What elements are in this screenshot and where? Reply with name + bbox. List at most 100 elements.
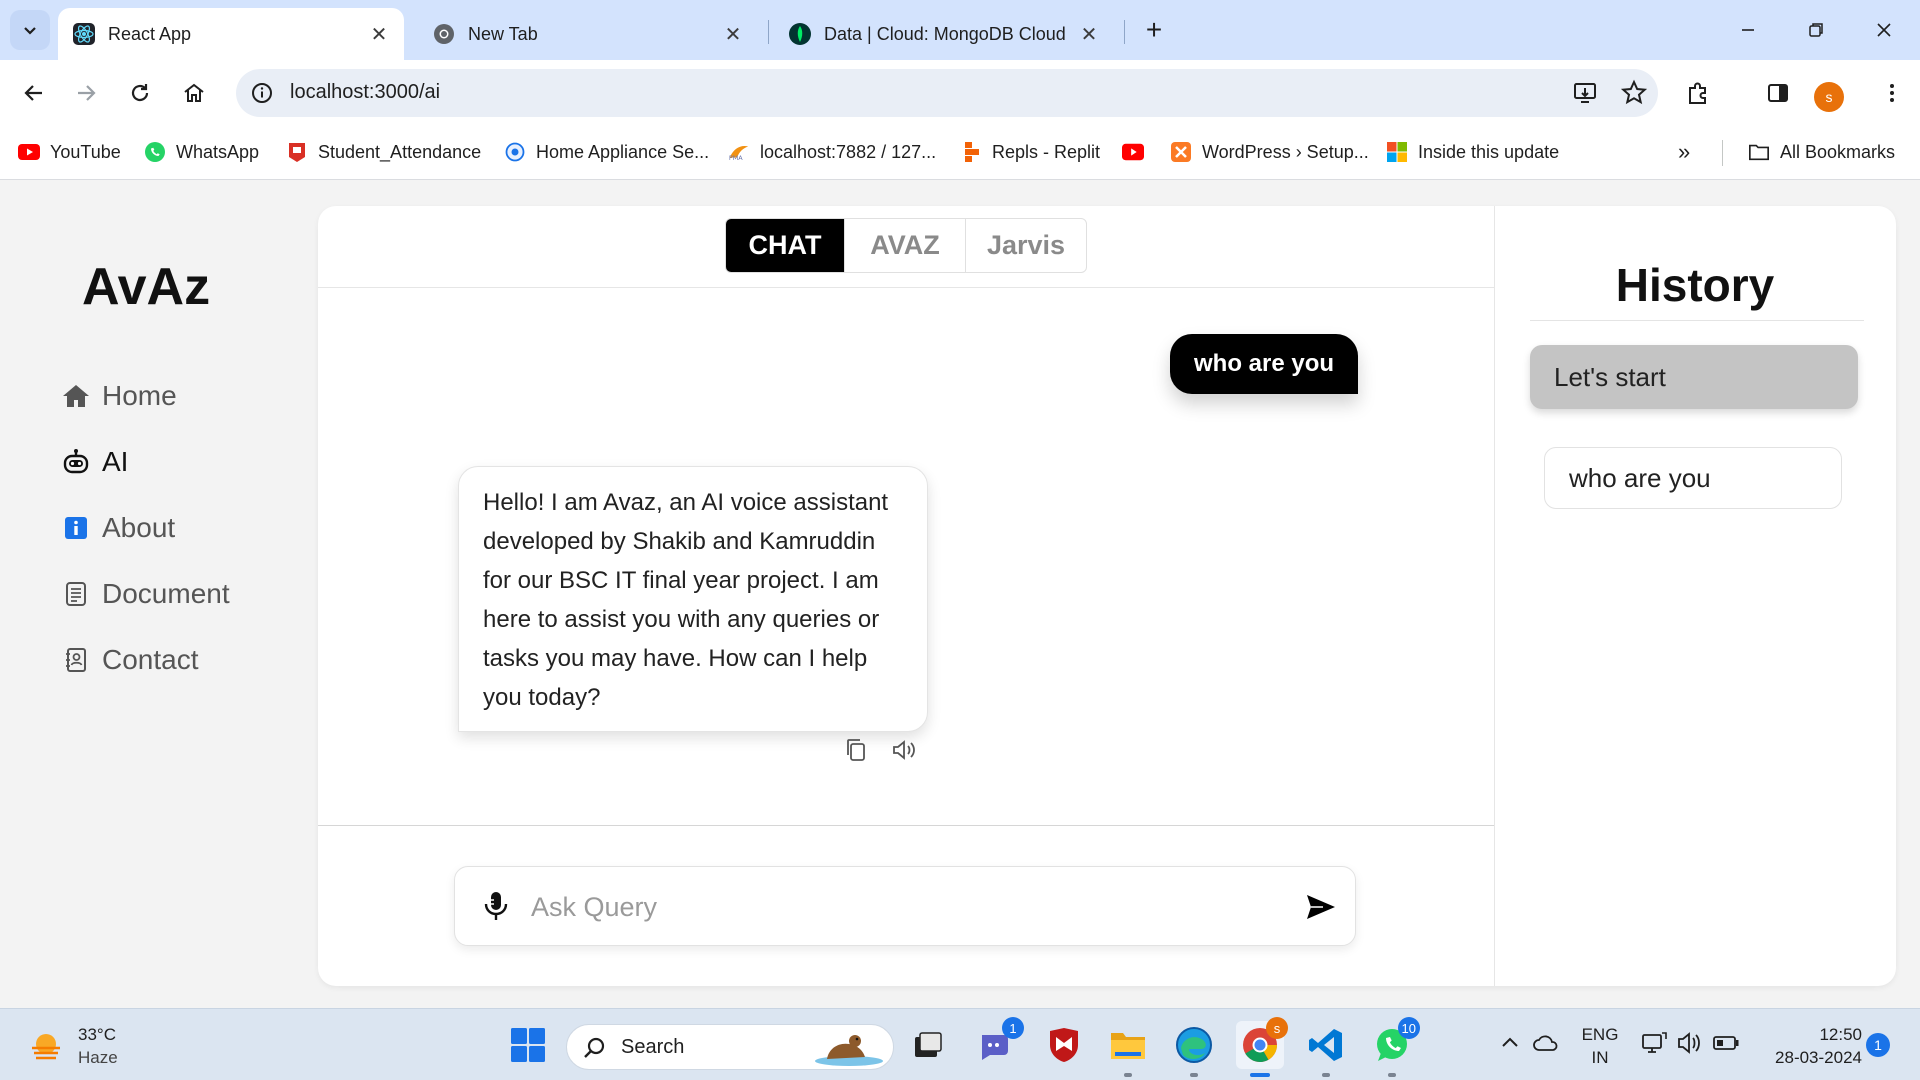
nav-item-about[interactable]: About [62, 508, 175, 548]
reload-button[interactable] [118, 71, 162, 115]
volume-button[interactable] [1676, 1029, 1704, 1062]
tab-separator [768, 20, 769, 44]
send-button[interactable] [1301, 887, 1341, 927]
file-explorer-button[interactable] [1104, 1021, 1152, 1077]
bookmark-label: Repls - Replit [992, 141, 1101, 162]
restore-button[interactable] [1794, 12, 1838, 48]
bookmark-label: Inside this update [1418, 141, 1560, 162]
bookmark-phpmyadmin[interactable]: PMA localhost:7882 / 127... [728, 138, 936, 166]
running-indicator [1250, 1073, 1270, 1077]
tab-mongodb[interactable]: Data | Cloud: MongoDB Cloud ✕ [774, 8, 1114, 60]
mode-avaz-button[interactable]: AVAZ [844, 219, 965, 272]
bookmark-whatsapp[interactable]: WhatsApp [144, 138, 259, 166]
tab-search-button[interactable] [10, 10, 50, 50]
whatsapp-button[interactable]: 10 [1368, 1017, 1420, 1077]
new-tab-button[interactable]: + [1138, 14, 1170, 46]
all-bookmarks-button[interactable]: All Bookmarks [1748, 138, 1895, 166]
back-button[interactable] [12, 71, 56, 115]
bookmark-inside-this-update[interactable]: Inside this update [1386, 138, 1559, 166]
edge-icon [1176, 1027, 1212, 1063]
minimize-button[interactable] [1726, 12, 1770, 48]
chevron-up-icon [1502, 1037, 1518, 1047]
close-window-button[interactable] [1862, 12, 1906, 48]
tab-title: Data | Cloud: MongoDB Cloud [824, 23, 1066, 44]
forward-button[interactable] [64, 71, 108, 115]
nav-label: Home [102, 380, 177, 411]
network-icon [1642, 1032, 1667, 1053]
teams-button[interactable]: 1 [972, 1017, 1024, 1069]
more-bookmarks-button[interactable]: » [1678, 138, 1690, 166]
nav-item-contact[interactable]: Contact [62, 640, 199, 680]
close-icon[interactable]: ✕ [368, 23, 390, 46]
history-item-label: who are you [1569, 462, 1711, 493]
more-vertical-icon [1890, 84, 1894, 102]
history-underline [1530, 320, 1864, 321]
bookmark-student-attendance[interactable]: Student_Attendance [286, 138, 481, 166]
document-icon [62, 580, 90, 608]
close-icon[interactable]: ✕ [722, 23, 744, 46]
copy-button[interactable] [841, 735, 871, 765]
mcafee-button[interactable] [1040, 1021, 1088, 1069]
browser-menu-button[interactable] [1870, 71, 1914, 115]
clock[interactable]: 12:50 28-03-2024 [1756, 1023, 1862, 1069]
history-item[interactable]: who are you [1544, 447, 1842, 509]
tab-react-app[interactable]: React App ✕ [58, 8, 404, 60]
svg-text:PMA: PMA [729, 154, 743, 162]
address-bar[interactable]: localhost:3000/ai [236, 69, 1658, 117]
bookmark-label: YouTube [50, 141, 121, 162]
side-panel-button[interactable] [1756, 71, 1800, 115]
weather-widget[interactable]: 33°C Haze [26, 1023, 118, 1069]
query-input[interactable] [531, 885, 1271, 929]
taskbar-search[interactable]: Search [566, 1024, 894, 1070]
edge-button[interactable] [1170, 1021, 1218, 1077]
chrome-button[interactable]: s [1236, 1017, 1288, 1077]
history-item-label: Let's start [1554, 361, 1666, 392]
attendance-icon [286, 141, 308, 163]
onedrive-button[interactable] [1532, 1029, 1560, 1062]
weather-temp: 33°C [78, 1025, 116, 1044]
site-info-icon[interactable] [248, 79, 276, 107]
history-item-selected[interactable]: Let's start [1530, 345, 1858, 409]
bookmark-label: WhatsApp [176, 141, 260, 162]
bookmark-youtube-2[interactable] [1122, 138, 1154, 166]
mode-chat-button[interactable]: CHAT [726, 219, 844, 272]
battery-button[interactable] [1712, 1029, 1740, 1062]
vscode-icon [1309, 1029, 1342, 1061]
robot-icon [62, 448, 90, 476]
network-button[interactable] [1640, 1029, 1668, 1062]
mode-switch: CHAT AVAZ Jarvis [725, 218, 1087, 273]
notification-center-badge[interactable]: 1 [1866, 1033, 1890, 1057]
plus-icon: + [1145, 14, 1163, 45]
globe-icon [504, 141, 526, 163]
nav-item-home[interactable]: Home [62, 376, 177, 416]
speaker-icon [893, 740, 915, 760]
bookmark-wordpress-setup[interactable]: WordPress › Setup... [1170, 138, 1369, 166]
xampp-icon [1170, 141, 1192, 163]
bookmark-youtube[interactable]: YouTube [18, 138, 121, 166]
speak-button[interactable] [889, 735, 919, 765]
bookmark-replit[interactable]: Repls - Replit [960, 138, 1100, 166]
extensions-button[interactable] [1676, 71, 1720, 115]
task-view-icon [915, 1032, 942, 1057]
nav-item-document[interactable]: Document [62, 574, 230, 614]
start-button[interactable] [504, 1021, 552, 1069]
puzzle-icon [1689, 82, 1706, 104]
bookmark-star-icon[interactable] [1620, 79, 1648, 112]
close-icon[interactable]: ✕ [1078, 23, 1100, 46]
region-code: IN [1591, 1048, 1609, 1067]
microphone-button[interactable] [477, 887, 515, 925]
task-view-button[interactable] [904, 1021, 952, 1069]
browser-toolbar: localhost:3000/ai s [0, 60, 1920, 126]
profile-avatar[interactable]: s [1814, 82, 1844, 112]
mode-jarvis-button[interactable]: Jarvis [965, 219, 1086, 272]
input-language[interactable]: ENG IN [1576, 1023, 1624, 1069]
vscode-button[interactable] [1302, 1021, 1350, 1077]
show-hidden-icons-button[interactable] [1498, 1031, 1522, 1060]
install-app-icon[interactable] [1572, 79, 1600, 112]
bookmark-home-appliance[interactable]: Home Appliance Se... [504, 138, 709, 166]
home-button[interactable] [172, 71, 216, 115]
tab-new-tab[interactable]: New Tab ✕ [418, 8, 758, 60]
windows-start-icon [511, 1028, 545, 1062]
whatsapp-icon [144, 141, 166, 163]
nav-item-ai[interactable]: AI [62, 442, 128, 482]
